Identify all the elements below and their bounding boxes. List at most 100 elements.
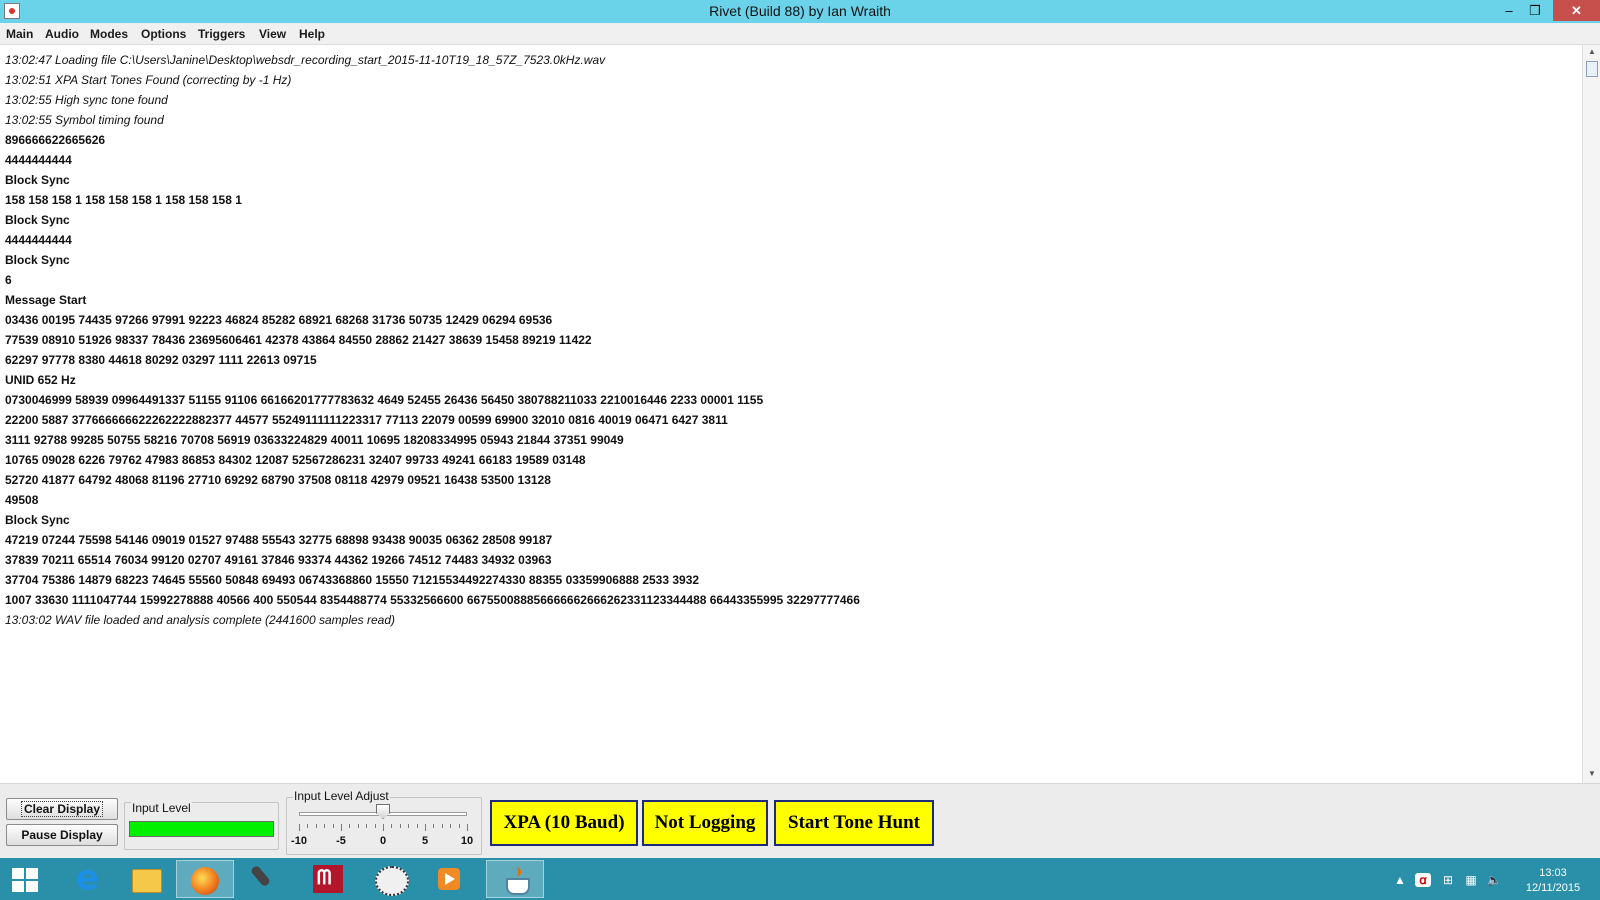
- acrobat-icon[interactable]: ꭤ: [1415, 873, 1431, 887]
- slider-tick: [383, 824, 384, 831]
- slider-tick-label: 5: [421, 835, 429, 847]
- input-level-group: Input Level: [124, 801, 279, 850]
- slider-tick: [399, 824, 401, 828]
- input-level-adjust-group: Input Level Adjust -10 -5 0 5 10: [286, 789, 482, 855]
- menu-help[interactable]: Help: [299, 27, 325, 41]
- mendeley-icon[interactable]: [298, 860, 356, 898]
- scroll-down-arrow-icon[interactable]: ▼: [1586, 769, 1598, 781]
- log-line: 52720 41877 64792 48068 81196 27710 6929…: [5, 473, 551, 487]
- window-title: Rivet (Build 88) by Ian Wraith: [709, 3, 891, 19]
- slider-tick: [357, 824, 359, 828]
- log-line: 62297 97778 8380 44618 80292 03297 1111 …: [5, 353, 317, 367]
- log-line: 1007 33630 1111047744 15992278888 40566 …: [5, 593, 860, 607]
- log-line: 10765 09028 6226 79762 47983 86853 84302…: [5, 453, 586, 467]
- clock[interactable]: 13:03 12/11/2015: [1518, 866, 1588, 896]
- log-line: Message Start: [5, 293, 87, 307]
- slider-tick: [349, 824, 351, 828]
- menu-modes[interactable]: Modes: [90, 27, 128, 41]
- log-line: UNID 652 Hz: [5, 373, 76, 387]
- volume-icon[interactable]: 🔈: [1486, 873, 1502, 887]
- slider-tick: [332, 824, 334, 828]
- log-line: 158 158 158 1 158 158 158 1 158 158 158 …: [5, 193, 242, 207]
- control-panel: Clear Display Pause Display Input Level …: [0, 783, 1600, 858]
- network-icon[interactable]: ▦: [1463, 873, 1479, 887]
- windows-flag-icon[interactable]: ⊞: [1440, 873, 1456, 887]
- log-line: 3111 92788 99285 50755 58216 70708 56919…: [5, 433, 624, 447]
- vertical-scrollbar[interactable]: ▲ ▼: [1582, 45, 1600, 783]
- menu-view[interactable]: View: [259, 27, 286, 41]
- slider-thumb[interactable]: [376, 804, 390, 819]
- slider-tick: [425, 824, 426, 831]
- log-line: 77539 08910 51926 98337 78436 2369560646…: [5, 333, 592, 347]
- start-tone-hunt-button[interactable]: Start Tone Hunt: [774, 800, 934, 846]
- log-line: 13:02:51 XPA Start Tones Found (correcti…: [5, 73, 292, 87]
- log-line: 37704 75386 14879 68223 74645 55560 5084…: [5, 573, 700, 587]
- log-line: 13:02:55 High sync tone found: [5, 93, 168, 107]
- tray-show-hidden-icon[interactable]: ▲: [1392, 873, 1408, 887]
- menu-bar: Main Audio Modes Options Triggers View H…: [0, 23, 1600, 45]
- slider-tick: [408, 824, 410, 828]
- slider-tick: [416, 824, 418, 828]
- slider-tick-label: -10: [291, 835, 307, 847]
- maximize-button[interactable]: ❐: [1522, 0, 1548, 21]
- log-line: 0730046999 58939 09964491337 51155 91106…: [5, 393, 764, 407]
- scroll-thumb[interactable]: [1586, 61, 1598, 77]
- clock-time: 13:03: [1539, 867, 1567, 879]
- clear-display-label: Clear Display: [20, 801, 104, 817]
- scroll-up-arrow-icon[interactable]: ▲: [1586, 47, 1598, 59]
- input-level-meter: [129, 821, 274, 837]
- log-line: 896666622665626: [5, 133, 106, 147]
- pause-display-button[interactable]: Pause Display: [6, 824, 118, 846]
- log-line: 47219 07244 75598 54146 09019 01527 9748…: [5, 533, 553, 547]
- menu-triggers[interactable]: Triggers: [198, 27, 245, 41]
- slider-tick: [299, 824, 300, 831]
- log-line: Block Sync: [5, 213, 70, 227]
- log-display[interactable]: 13:02:47 Loading file C:\Users\Janine\De…: [0, 45, 1582, 783]
- close-button[interactable]: ✕: [1553, 0, 1600, 21]
- log-line: Block Sync: [5, 173, 70, 187]
- slider-tick: [458, 824, 460, 828]
- slider-tick-label: -5: [336, 835, 346, 847]
- slider-tick: [307, 824, 309, 828]
- minimize-button[interactable]: –: [1496, 0, 1522, 21]
- file-explorer-icon[interactable]: [116, 860, 174, 898]
- slider-tick: [450, 824, 452, 828]
- slider-tick: [315, 824, 317, 828]
- log-line: 22200 5887 377666666622262222882377 4457…: [5, 413, 728, 427]
- menu-audio[interactable]: Audio: [45, 27, 79, 41]
- slider-tick: [341, 824, 342, 831]
- media-player-icon[interactable]: [420, 860, 478, 898]
- start-icon[interactable]: [12, 868, 38, 892]
- sheep-icon[interactable]: [360, 860, 418, 898]
- log-line: Block Sync: [5, 513, 70, 527]
- log-line: Block Sync: [5, 253, 70, 267]
- menu-main[interactable]: Main: [6, 27, 33, 41]
- internet-explorer-icon[interactable]: [60, 858, 118, 898]
- slider-tick: [441, 824, 443, 828]
- slider-tick: [391, 824, 393, 828]
- microphone-icon[interactable]: [238, 860, 296, 898]
- menu-options[interactable]: Options: [141, 27, 186, 41]
- clear-display-button[interactable]: Clear Display: [6, 798, 118, 820]
- mode-button[interactable]: XPA (10 Baud): [490, 800, 638, 846]
- log-line: 37839 70211 65514 76034 99120 02707 4916…: [5, 553, 552, 567]
- log-line: 4444444444: [5, 233, 72, 247]
- input-level-label: Input Level: [131, 801, 192, 815]
- logging-button[interactable]: Not Logging: [642, 800, 768, 846]
- clock-date: 12/11/2015: [1525, 882, 1581, 894]
- log-line: 13:03:02 WAV file loaded and analysis co…: [5, 613, 396, 627]
- taskbar: ▲ ꭤ ⊞ ▦ 🔈 13:03 12/11/2015: [0, 858, 1600, 900]
- log-line: 03436 00195 74435 97266 97991 92223 4682…: [5, 313, 553, 327]
- slider-tick-label: 0: [379, 835, 387, 847]
- title-bar: Rivet (Build 88) by Ian Wraith – ❐ ✕: [0, 0, 1600, 23]
- slider-tick: [374, 824, 376, 828]
- log-line: 6: [5, 273, 12, 287]
- slider-tick: [467, 824, 468, 831]
- firefox-icon[interactable]: [176, 860, 234, 898]
- log-line: 13:02:55 Symbol timing found: [5, 113, 164, 127]
- slider-tick: [366, 824, 368, 828]
- slider-tick-label: 10: [460, 835, 474, 847]
- input-level-adjust-label: Input Level Adjust: [293, 789, 390, 803]
- java-icon[interactable]: [486, 860, 544, 898]
- log-line: 49508: [5, 493, 39, 507]
